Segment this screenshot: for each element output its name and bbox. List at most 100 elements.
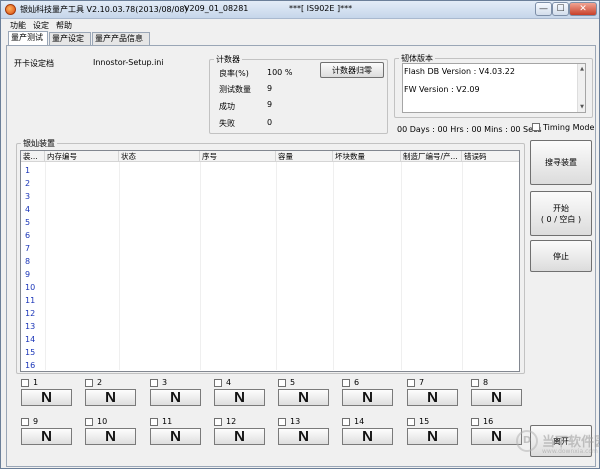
title-bar[interactable]: 银灿科技量产工具 V2.10.03.78(2013/08/08) V209_01…: [1, 1, 599, 19]
port-16-checkbox[interactable]: [471, 418, 479, 426]
menu-help[interactable]: 帮助: [56, 20, 72, 31]
search-device-label: 搜寻装置: [545, 158, 577, 167]
device-row-number[interactable]: 8: [25, 257, 30, 266]
col-bad-blocks[interactable]: 坏块数量: [333, 151, 401, 162]
app-window: 银灿科技量产工具 V2.10.03.78(2013/08/08) V209_01…: [0, 0, 600, 469]
port-15-number: 15: [419, 417, 430, 426]
port-10-checkbox[interactable]: [85, 418, 93, 426]
window-title-build: V209_01_08281: [184, 4, 249, 13]
maximize-button[interactable]: ☐: [552, 2, 569, 16]
scroll-down-icon[interactable]: ▼: [578, 103, 586, 111]
timing-mode-checkbox[interactable]: [532, 123, 540, 131]
close-button[interactable]: ✕: [569, 2, 597, 16]
port-12-status-button[interactable]: N: [214, 428, 265, 445]
port-9-status-button[interactable]: N: [21, 428, 72, 445]
device-row-number[interactable]: 4: [25, 205, 30, 214]
reset-counter-label: 计数器归零: [332, 65, 372, 75]
port-4-status-button[interactable]: N: [214, 389, 265, 406]
port-16-number: 16: [483, 417, 494, 426]
port-11-status-button[interactable]: N: [150, 428, 201, 445]
yield-value: 100 %: [267, 68, 293, 77]
app-logo-icon: [5, 4, 16, 15]
tab-production-test[interactable]: 量产测试: [8, 31, 48, 45]
config-file-value: Innostor-Setup.ini: [93, 58, 164, 67]
watermark-logo-icon: D: [516, 430, 538, 452]
menu-function[interactable]: 功能: [10, 20, 26, 31]
port-11-checkbox[interactable]: [150, 418, 158, 426]
port-8-number: 8: [483, 378, 489, 387]
stop-button[interactable]: 停止: [530, 240, 592, 272]
success-label: 成功: [219, 102, 235, 111]
minimize-button[interactable]: —: [535, 2, 552, 16]
device-row-number[interactable]: 12: [25, 309, 35, 318]
config-file-label: 开卡设定档: [14, 59, 54, 68]
tab-production-settings[interactable]: 量产设定: [49, 32, 91, 45]
start-button[interactable]: 开始 ( 0 / 空白 ): [530, 191, 592, 236]
port-14-checkbox[interactable]: [342, 418, 350, 426]
device-list[interactable]: 装... 内存编号 状态 序号 容量 坏块数量 制造厂编号/产... 错误码 1…: [20, 150, 520, 372]
port-2-status-button[interactable]: N: [85, 389, 136, 406]
port-5-status-button[interactable]: N: [278, 389, 329, 406]
device-row-number[interactable]: 6: [25, 231, 30, 240]
col-capacity[interactable]: 容量: [276, 151, 333, 162]
device-row-number[interactable]: 7: [25, 244, 30, 253]
tab-product-info[interactable]: 量产产品信息: [92, 32, 150, 45]
port-1-checkbox[interactable]: [21, 379, 29, 387]
port-3-status-button[interactable]: N: [150, 389, 201, 406]
port-7-checkbox[interactable]: [407, 379, 415, 387]
col-device[interactable]: 装...: [21, 151, 45, 162]
device-row-number[interactable]: 16: [25, 361, 35, 370]
col-divider: [401, 162, 402, 370]
port-1-status-button[interactable]: N: [21, 389, 72, 406]
device-row-number[interactable]: 10: [25, 283, 35, 292]
col-status[interactable]: 状态: [119, 151, 200, 162]
menu-bar: 功能 设定 帮助: [1, 19, 599, 31]
reset-counter-button[interactable]: 计数器归零: [320, 62, 384, 78]
col-memory-id[interactable]: 内存编号: [45, 151, 119, 162]
device-row-number[interactable]: 2: [25, 179, 30, 188]
port-2-number: 2: [97, 378, 103, 387]
device-list-header: 装... 内存编号 状态 序号 容量 坏块数量 制造厂编号/产... 错误码: [21, 151, 519, 162]
port-10-number: 10: [97, 417, 108, 426]
window-title: 银灿科技量产工具 V2.10.03.78(2013/08/08): [20, 5, 188, 14]
watermark: D 当下软件园 www.downxia.com: [514, 426, 600, 466]
port-15-status-button[interactable]: N: [407, 428, 458, 445]
port-6-status-button[interactable]: N: [342, 389, 393, 406]
col-error-code[interactable]: 错误码: [462, 151, 519, 162]
device-row-number[interactable]: 5: [25, 218, 30, 227]
col-vendor-product[interactable]: 制造厂编号/产...: [401, 151, 462, 162]
port-13-checkbox[interactable]: [278, 418, 286, 426]
port-8-status-button[interactable]: N: [471, 389, 522, 406]
menu-settings[interactable]: 设定: [33, 20, 49, 31]
port-1-number: 1: [33, 378, 39, 387]
port-2-checkbox[interactable]: [85, 379, 93, 387]
firmware-scrollbar[interactable]: ▲ ▼: [577, 64, 585, 112]
port-9-checkbox[interactable]: [21, 418, 29, 426]
port-8-checkbox[interactable]: [471, 379, 479, 387]
scroll-up-icon[interactable]: ▲: [578, 65, 586, 73]
tested-count-value: 9: [267, 84, 273, 93]
port-15-checkbox[interactable]: [407, 418, 415, 426]
device-row-number[interactable]: 1: [25, 166, 30, 175]
col-serial[interactable]: 序号: [200, 151, 276, 162]
port-6-checkbox[interactable]: [342, 379, 350, 387]
device-row-number[interactable]: 9: [25, 270, 30, 279]
port-12-checkbox[interactable]: [214, 418, 222, 426]
port-4-number: 4: [226, 378, 232, 387]
firmware-info-box: Flash DB Version : V4.03.22 FW Version :…: [402, 63, 586, 113]
port-14-status-button[interactable]: N: [342, 428, 393, 445]
port-4-checkbox[interactable]: [214, 379, 222, 387]
device-row-number[interactable]: 13: [25, 322, 35, 331]
device-row-number[interactable]: 15: [25, 348, 35, 357]
search-device-button[interactable]: 搜寻装置: [530, 140, 592, 185]
port-10-status-button[interactable]: N: [85, 428, 136, 445]
port-13-status-button[interactable]: N: [278, 428, 329, 445]
device-row-number[interactable]: 14: [25, 335, 35, 344]
port-5-checkbox[interactable]: [278, 379, 286, 387]
port-3-checkbox[interactable]: [150, 379, 158, 387]
yield-label: 良率(%): [219, 69, 249, 78]
port-7-status-button[interactable]: N: [407, 389, 458, 406]
col-divider: [45, 162, 46, 370]
device-row-number[interactable]: 3: [25, 192, 30, 201]
device-row-number[interactable]: 11: [25, 296, 35, 305]
